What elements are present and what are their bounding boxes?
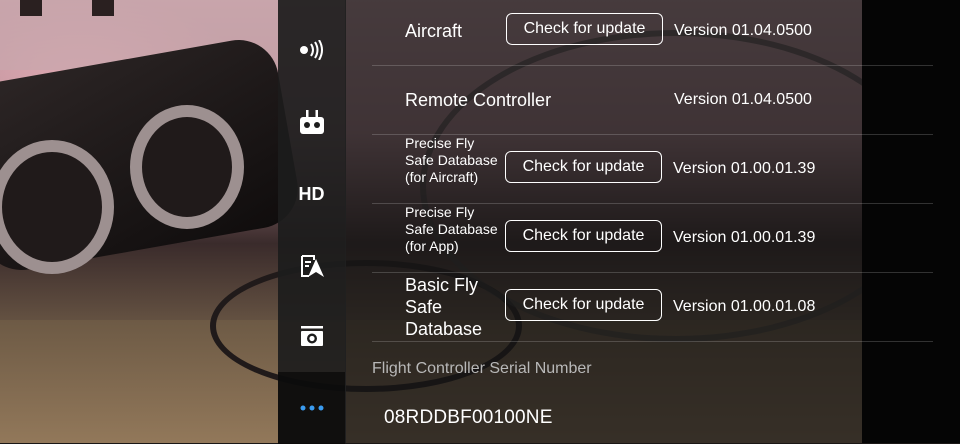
sidebar-item-flight-checklist[interactable] xyxy=(278,230,345,302)
settings-sidebar: HD xyxy=(278,0,346,444)
firmware-row-precise-db-app: Precise Fly Safe Database (for App) Chec… xyxy=(372,203,932,272)
row-label: Aircraft xyxy=(405,21,463,41)
sidebar-item-more[interactable] xyxy=(278,372,345,444)
version-text: Version 01.00.01.39 xyxy=(673,229,816,246)
row-label: Precise Fly Safe Database (for Aircraft) xyxy=(405,135,498,185)
firmware-row-precise-db-aircraft: Precise Fly Safe Database (for Aircraft)… xyxy=(372,134,932,203)
sidebar-item-remote-controller[interactable] xyxy=(278,86,345,158)
check-update-button[interactable]: Check for update xyxy=(505,151,662,183)
version-text: Version 01.04.0500 xyxy=(674,22,812,39)
check-update-button[interactable]: Check for update xyxy=(506,13,663,45)
version-text: Version 01.04.0500 xyxy=(674,91,812,108)
camera-icon xyxy=(300,326,323,346)
wifi-signal-icon xyxy=(299,40,323,60)
check-update-button[interactable]: Check for update xyxy=(505,220,662,252)
hd-icon: HD xyxy=(298,183,325,204)
firmware-row-basic-db: Basic Fly Safe Database Check for update… xyxy=(372,272,932,341)
row-label: Precise Fly Safe Database (for App) xyxy=(405,204,498,254)
row-label: Remote Controller xyxy=(405,90,552,110)
row-label: Basic Fly Safe Database xyxy=(405,275,483,339)
sidebar-item-camera[interactable] xyxy=(278,300,345,372)
serial-number-value: 08RDDBF00100NE xyxy=(384,407,553,428)
firmware-row-remote-controller: Remote Controller Version 01.04.0500 xyxy=(372,66,932,134)
divider xyxy=(372,341,933,342)
about-panel: Aircraft Check for update Version 01.04.… xyxy=(345,0,933,443)
version-text: Version 01.00.01.39 xyxy=(673,160,816,177)
firmware-row-aircraft: Aircraft Check for update Version 01.04.… xyxy=(372,0,932,66)
checklist-airplane-icon xyxy=(300,255,324,277)
more-icon xyxy=(300,405,323,411)
serial-number-title: Flight Controller Serial Number xyxy=(372,360,592,377)
remote-controller-icon xyxy=(299,110,324,134)
version-text: Version 01.00.01.08 xyxy=(673,298,816,315)
check-update-button[interactable]: Check for update xyxy=(505,289,662,321)
sidebar-item-hd[interactable]: HD xyxy=(278,158,345,230)
sidebar-item-connection[interactable] xyxy=(278,14,345,86)
